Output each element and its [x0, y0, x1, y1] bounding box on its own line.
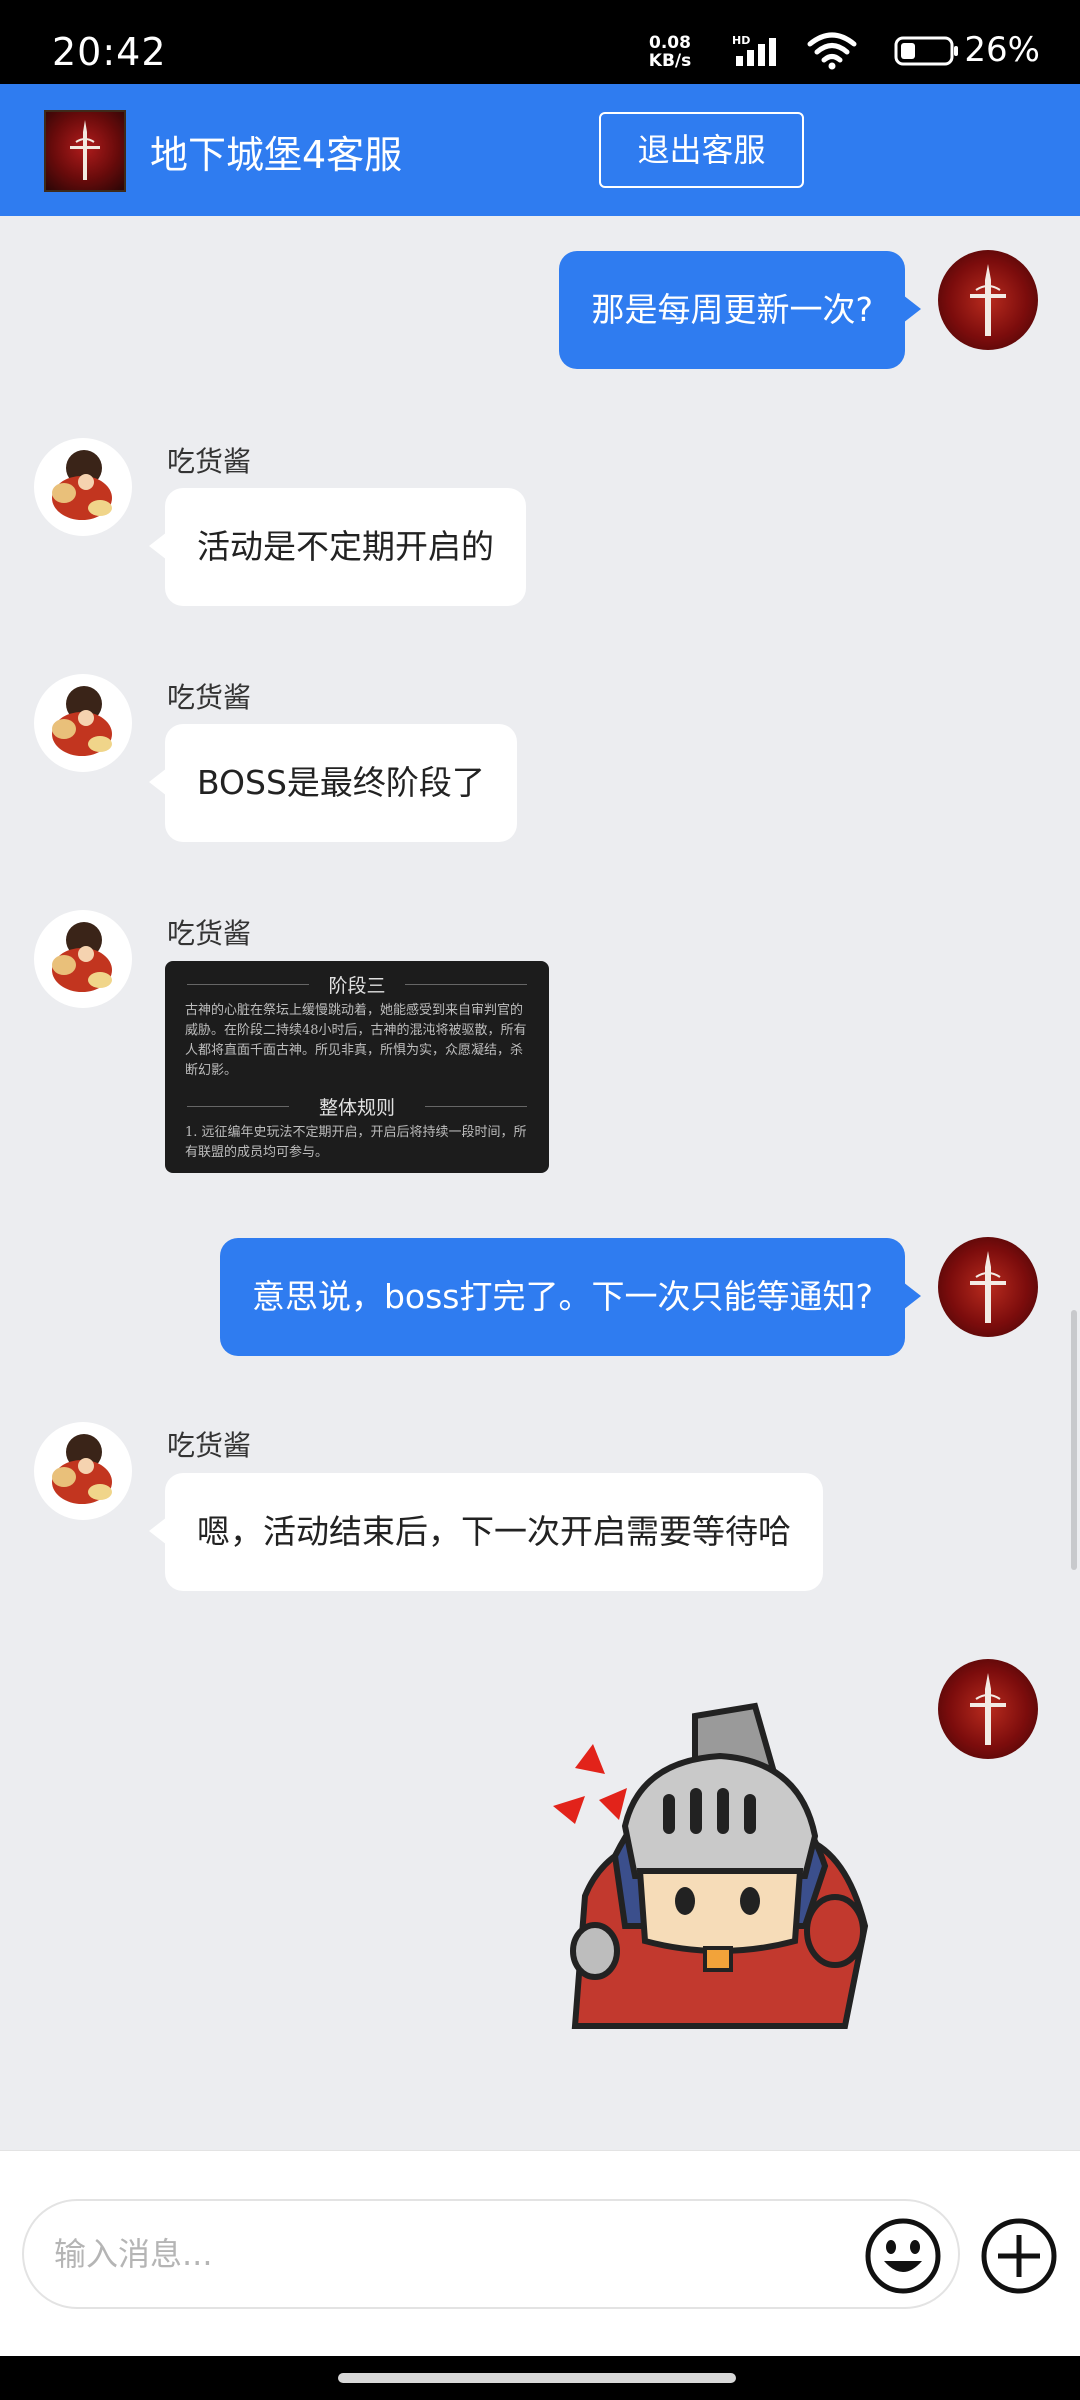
user-avatar-image [52, 450, 112, 520]
home-indicator[interactable] [338, 2373, 736, 2383]
message-bubble-sent[interactable]: 意思说，boss打完了。下一次只能等通知? [219, 1238, 922, 1356]
network-speed-unit: KB/s [648, 51, 692, 71]
user-avatar[interactable] [34, 1422, 132, 1520]
battery-icon [894, 36, 958, 66]
agent-avatar[interactable] [938, 1237, 1038, 1337]
smiley-icon[interactable] [864, 2217, 942, 2295]
network-speed: 0.08 KB/s [630, 34, 710, 70]
message-bubble-sent[interactable]: 那是每周更新一次? [559, 251, 921, 369]
status-icons: 0.08 KB/s HD 26% [620, 30, 1040, 70]
image-heading: 整体规则 [318, 1097, 395, 1119]
user-avatar-image [52, 686, 112, 756]
user-avatar[interactable] [34, 438, 132, 536]
input-bar [0, 2150, 1080, 2356]
sword-emblem-icon [970, 1673, 1006, 1745]
plus-icon[interactable] [980, 2217, 1058, 2295]
user-avatar[interactable] [34, 674, 132, 772]
message-bubble-received[interactable]: BOSS是最终阶段了 [149, 724, 517, 842]
image-message[interactable]: 阶段三 古神的心脏在祭坛上缓慢跳动着，她能感受到来自审判官的威胁。在阶段二持续4… [165, 961, 549, 1173]
image-body-text: 1. 远征编年史玩法不定期开启，开启后将持续一段时间，所有联盟的成员均可参与。 [185, 1125, 527, 1160]
exit-support-button[interactable]: 退出客服 [599, 112, 804, 188]
agent-avatar[interactable] [938, 1659, 1038, 1759]
message-bubble-received[interactable]: 活动是不定期开启的 [149, 488, 526, 606]
user-avatar[interactable] [34, 910, 132, 1008]
image-body-text: 古神的心脏在祭坛上缓慢跳动着，她能感受到来自审判官的威胁。在阶段二持续48小时后… [185, 1003, 527, 1078]
sender-name: 吃货酱 [167, 1429, 252, 1462]
game-logo-avatar [44, 110, 126, 192]
sender-name: 吃货酱 [167, 917, 252, 950]
status-bar: 20:42 0.08 KB/s HD 26% [0, 0, 1080, 84]
message-input[interactable] [22, 2199, 960, 2309]
hd-label: HD [732, 34, 750, 47]
chat-title: 地下城堡4客服 [150, 133, 403, 177]
chat-message-list[interactable]: 那是每周更新一次? 吃货酱 活动是不定期开启的 吃货酱 BOSS是最终阶段了 吃… [0, 216, 1080, 2150]
sword-emblem-icon [70, 120, 100, 180]
sender-name: 吃货酱 [167, 445, 252, 478]
agent-avatar[interactable] [938, 250, 1038, 350]
sword-emblem-icon [970, 264, 1006, 336]
cellular-signal-icon: HD [732, 34, 776, 66]
anger-mark-icon [553, 1744, 627, 1824]
image-heading: 阶段三 [328, 975, 386, 997]
user-avatar-image [52, 922, 112, 992]
scrollbar[interactable] [1071, 1310, 1077, 1570]
battery-percent: 26% [964, 30, 1040, 70]
wifi-icon [807, 32, 857, 70]
sword-emblem-icon [970, 1251, 1006, 1323]
status-time: 20:42 [52, 30, 167, 74]
chat-header: 地下城堡4客服 退出客服 [0, 84, 1080, 216]
system-navigation-bar [0, 2356, 1080, 2400]
message-bubble-received[interactable]: 嗯，活动结束后，下一次开启需要等待哈 [149, 1473, 823, 1591]
user-avatar-image [52, 1434, 112, 1504]
network-speed-value: 0.08 [649, 33, 691, 53]
sender-name: 吃货酱 [167, 681, 252, 714]
